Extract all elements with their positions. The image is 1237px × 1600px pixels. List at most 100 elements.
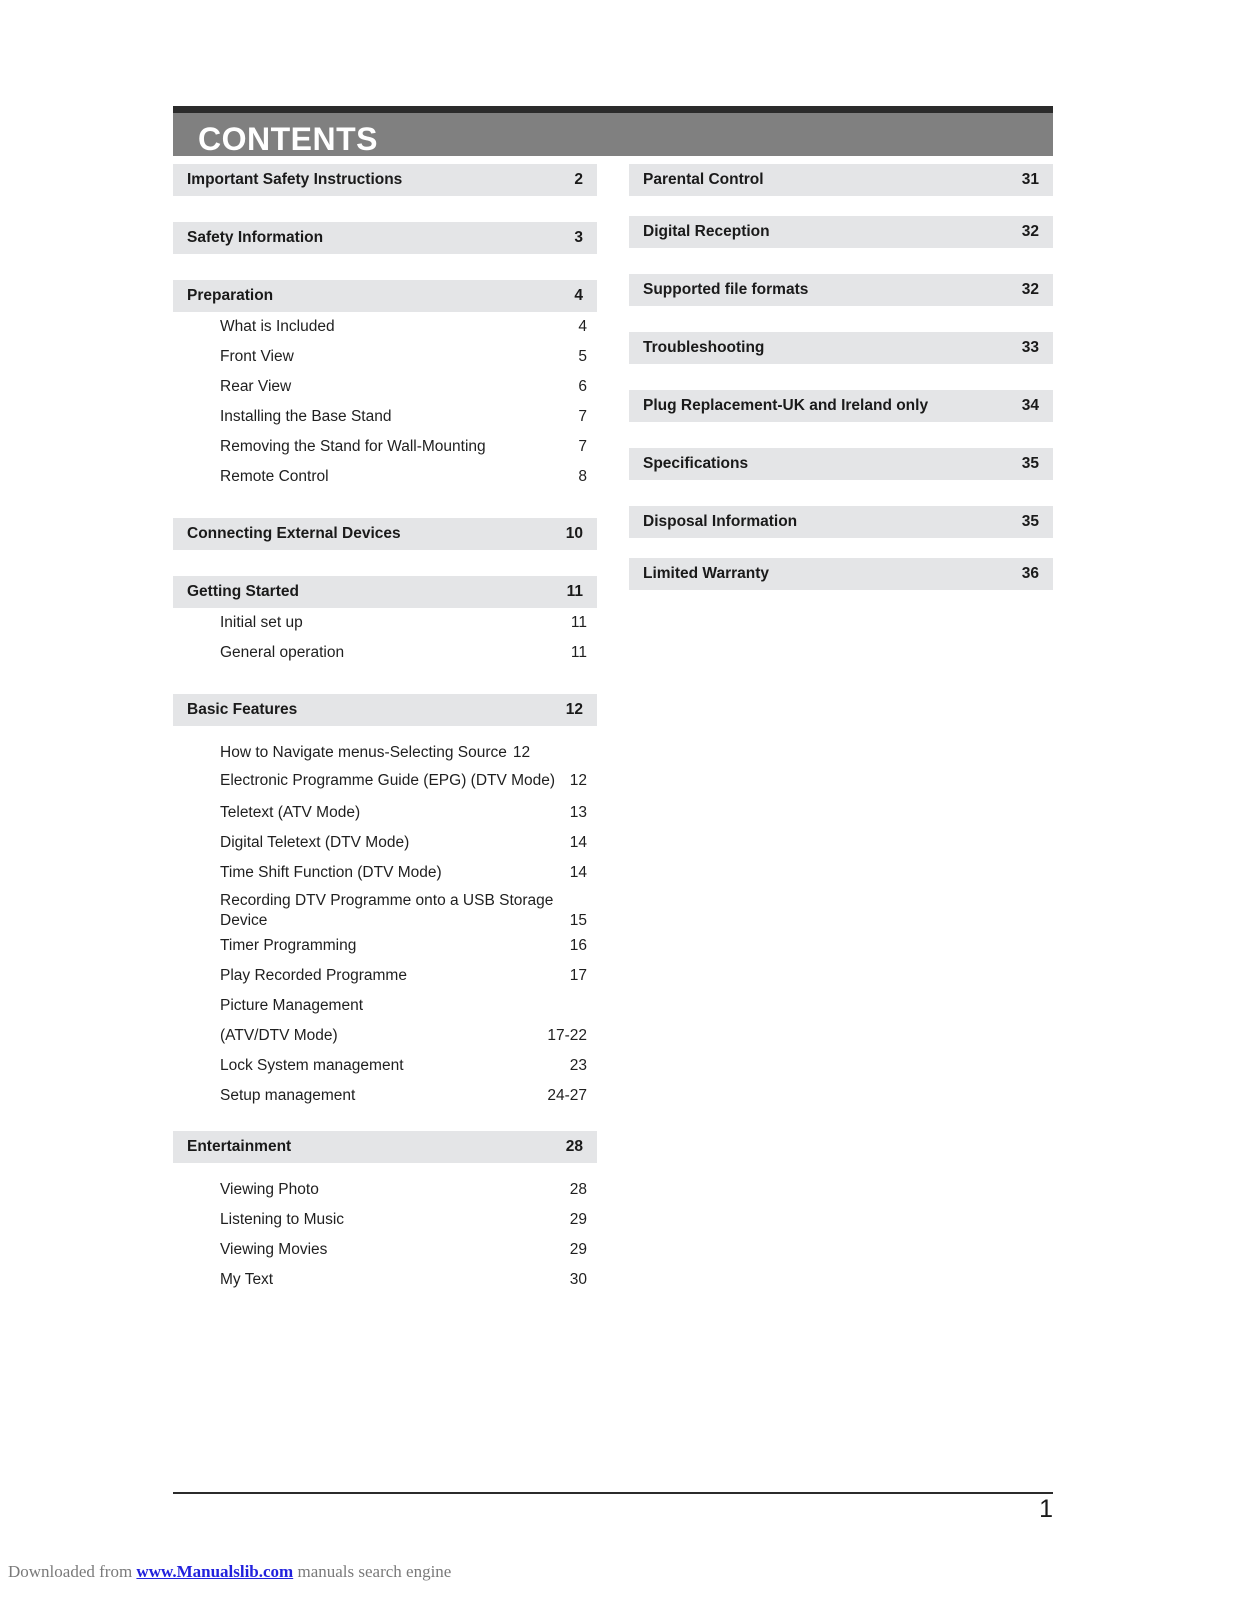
- toc-section-row[interactable]: Safety Information 3: [173, 222, 597, 254]
- toc-sub-page: 14: [569, 864, 587, 881]
- toc-sub-page: 17: [569, 967, 587, 984]
- toc-sub-page: 5: [578, 348, 587, 365]
- toc-sub-page: 29: [569, 1211, 587, 1228]
- toc-sub-page: 6: [578, 378, 587, 395]
- toc-sub-label: General operation: [220, 644, 345, 661]
- toc-sub-row[interactable]: Play Recorded Programme 17: [173, 961, 597, 991]
- toc-sub-row[interactable]: Digital Teletext (DTV Mode) 14: [173, 828, 597, 858]
- toc-sub-page: 28: [569, 1181, 587, 1198]
- toc-sub-row[interactable]: Lock System management 23: [173, 1051, 597, 1081]
- toc-section-label: Connecting External Devices: [187, 525, 401, 542]
- toc-section-row[interactable]: Disposal Information 35: [629, 506, 1053, 538]
- toc-section-page: 32: [1021, 223, 1039, 240]
- toc-section-row[interactable]: Preparation 4: [173, 280, 597, 312]
- toc-sub-page: 15: [569, 912, 587, 929]
- toc-section-row[interactable]: Connecting External Devices 10: [173, 518, 597, 550]
- toc-section-label: Entertainment: [187, 1138, 292, 1155]
- toc-sub-label: Teletext (ATV Mode): [220, 804, 361, 821]
- toc-sub-row[interactable]: Listening to Music 29: [173, 1205, 597, 1235]
- toc-section-row[interactable]: Entertainment 28: [173, 1131, 597, 1163]
- toc-sub-label: Picture Management: [220, 997, 364, 1014]
- toc-sub-label: Play Recorded Programme: [220, 967, 407, 984]
- toc-sub-page: 7: [578, 408, 587, 425]
- toc-section-row[interactable]: Limited Warranty 36: [629, 558, 1053, 590]
- toc-sub-page: 16: [569, 937, 587, 954]
- toc-section-page: 11: [566, 583, 583, 600]
- toc-sub-page: 12: [512, 744, 531, 761]
- toc-sub-row[interactable]: Electronic Programme Guide (EPG) (DTV Mo…: [173, 768, 597, 798]
- toc-sub-row[interactable]: Recording DTV Programme onto a USB Stora…: [173, 888, 597, 931]
- toc-section-page: 35: [1021, 513, 1039, 530]
- toc-section-row[interactable]: Important Safety Instructions 2: [173, 164, 597, 196]
- toc-section-page: 12: [565, 701, 583, 718]
- toc-section-label: Important Safety Instructions: [187, 171, 403, 188]
- toc-sub-row[interactable]: Timer Programming 16: [173, 931, 597, 961]
- toc-sub-page: 30: [569, 1271, 587, 1288]
- document-page: CONTENTS Important Safety Instructions 2…: [0, 0, 1237, 1600]
- toc-sub-row[interactable]: Viewing Movies 29: [173, 1235, 597, 1265]
- page-title: CONTENTS: [198, 121, 378, 157]
- toc-sub-row[interactable]: Time Shift Function (DTV Mode) 14: [173, 858, 597, 888]
- toc-sub-row[interactable]: (ATV/DTV Mode) 17-22: [173, 1021, 597, 1051]
- toc-sub-row[interactable]: Picture Management: [173, 991, 597, 1021]
- toc-section-row[interactable]: Troubleshooting 33: [629, 332, 1053, 364]
- header-dark-stripe: [173, 106, 1053, 113]
- toc-section-row[interactable]: Basic Features 12: [173, 694, 597, 726]
- manualslib-link[interactable]: www.Manualslib.com: [136, 1562, 293, 1581]
- toc-sub-label: Electronic Programme Guide (EPG) (DTV Mo…: [220, 772, 556, 789]
- toc-sub-label: Rear View: [220, 378, 292, 395]
- toc-sub-row[interactable]: What is Included 4: [173, 312, 597, 342]
- toc-sub-row[interactable]: Rear View 6: [173, 372, 597, 402]
- toc-section-row[interactable]: Specifications 35: [629, 448, 1053, 480]
- toc-sub-page: 8: [578, 468, 587, 485]
- toc-sub-label: What is Included: [220, 318, 335, 335]
- toc-left-column: Important Safety Instructions 2 Safety I…: [173, 164, 597, 1295]
- toc-sub-row[interactable]: Remote Control 8: [173, 462, 597, 492]
- toc-sub-row[interactable]: General operation 11: [173, 638, 597, 668]
- toc-section-label: Troubleshooting: [643, 339, 765, 356]
- toc-section-row[interactable]: Plug Replacement-UK and Ireland only 34: [629, 390, 1053, 422]
- toc-section-page: 32: [1021, 281, 1039, 298]
- toc-sub-row[interactable]: Viewing Photo 28: [173, 1175, 597, 1205]
- toc-sub-label: Installing the Base Stand: [220, 408, 392, 425]
- toc-sub-row[interactable]: My Text 30: [173, 1265, 597, 1295]
- toc-sub-label: Viewing Photo: [220, 1181, 319, 1198]
- toc-sub-row[interactable]: Removing the Stand for Wall-Mounting 7: [173, 432, 597, 462]
- toc-sub-page: 14: [569, 834, 587, 851]
- toc-sub-row[interactable]: Setup management 24-27: [173, 1081, 597, 1111]
- toc-sub-label: Setup management: [220, 1087, 356, 1104]
- watermark-prefix: Downloaded from: [8, 1562, 137, 1581]
- toc-sub-row[interactable]: Initial set up 11: [173, 608, 597, 638]
- manualslib-watermark: Downloaded from www.Manualslib.com manua…: [8, 1562, 451, 1582]
- toc-section-row[interactable]: Getting Started 11: [173, 576, 597, 608]
- toc-section-label: Limited Warranty: [643, 565, 770, 582]
- toc-section-row[interactable]: Parental Control 31: [629, 164, 1053, 196]
- toc-section-page: 33: [1021, 339, 1039, 356]
- toc-section-page: 35: [1021, 455, 1039, 472]
- footer-divider: [173, 1492, 1053, 1494]
- toc-sub-page: 11: [570, 644, 587, 661]
- toc-sub-label: Front View: [220, 348, 294, 365]
- toc-section-label: Preparation: [187, 287, 274, 304]
- toc-right-column: Parental Control 31 Digital Reception 32…: [629, 164, 1053, 590]
- toc-section-label: Getting Started: [187, 583, 299, 600]
- toc-sub-row[interactable]: Teletext (ATV Mode) 13: [173, 798, 597, 828]
- toc-section-row[interactable]: Digital Reception 32: [629, 216, 1053, 248]
- toc-sub-row[interactable]: How to Navigate menus-Selecting Source 1…: [173, 738, 597, 768]
- toc-sub-page: 4: [578, 318, 587, 335]
- toc-sub-row[interactable]: Installing the Base Stand 7: [173, 402, 597, 432]
- toc-sub-page: 29: [569, 1241, 587, 1258]
- toc-sub-row[interactable]: Front View 5: [173, 342, 597, 372]
- toc-section-row[interactable]: Supported file formats 32: [629, 274, 1053, 306]
